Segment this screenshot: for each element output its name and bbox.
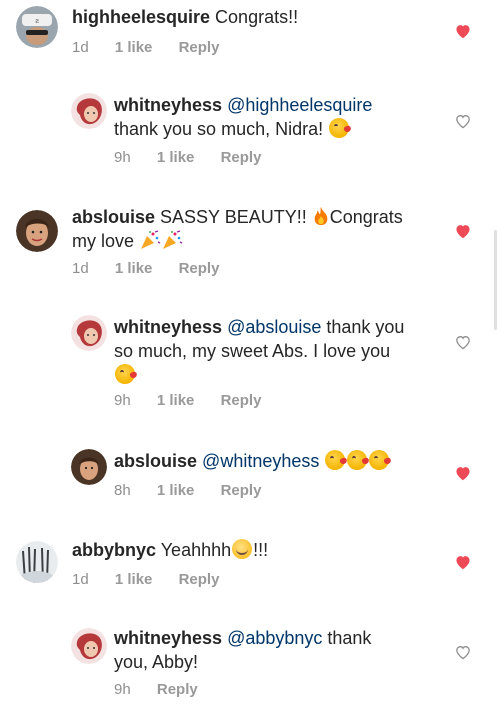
username[interactable]: whitneyhess: [114, 317, 222, 337]
svg-text:ƨ: ƨ: [35, 17, 39, 25]
reply-button[interactable]: Reply: [221, 482, 262, 499]
comment-meta: 1d 1 like Reply: [72, 260, 241, 277]
face-blowing-kiss-icon: [369, 450, 390, 470]
comment-meta: 9h Reply: [114, 681, 220, 698]
mention-link[interactable]: @highheelesquire: [227, 95, 372, 115]
comment-meta: 1d 1 like Reply: [72, 39, 241, 56]
party-popper-icon: [141, 230, 161, 249]
comment-reply: abslouise @whitneyhess 8h 1 like Reply: [0, 446, 500, 506]
reply-button[interactable]: Reply: [221, 392, 262, 409]
comment-meta: 1d 1 like Reply: [72, 571, 241, 588]
timestamp: 8h: [114, 482, 131, 499]
comment: abslouise SASSY BEAUTY!! Congrats my lov…: [0, 200, 500, 290]
comment: ƨ highheelesquire Congrats!! 1d 1 like R…: [0, 0, 500, 80]
mention-link[interactable]: @abslouise: [227, 317, 321, 337]
reply-button[interactable]: Reply: [179, 571, 220, 588]
heart-filled-icon[interactable]: [454, 465, 472, 481]
party-popper-icon: [163, 230, 183, 249]
timestamp: 9h: [114, 392, 131, 409]
timestamp: 1d: [72, 260, 89, 277]
comment-reply: whitneyhess @abslouise thank you so much…: [0, 312, 500, 422]
heart-filled-icon[interactable]: [454, 554, 472, 570]
heart-outline-icon[interactable]: [454, 644, 472, 660]
timestamp: 1d: [72, 571, 89, 588]
comment-meta: 8h 1 like Reply: [114, 482, 283, 499]
username[interactable]: abbybnyc: [72, 540, 156, 560]
username[interactable]: whitneyhess: [114, 95, 222, 115]
username[interactable]: abslouise: [114, 451, 197, 471]
scrollbar[interactable]: [494, 230, 497, 330]
likes-count[interactable]: 1 like: [157, 149, 195, 166]
reply-button[interactable]: Reply: [179, 260, 220, 277]
comment-text: abslouise @whitneyhess: [114, 449, 390, 473]
avatar[interactable]: [71, 315, 107, 351]
comment-text: whitneyhess @highheelesquire thank you s…: [114, 95, 373, 139]
likes-count[interactable]: 1 like: [157, 482, 195, 499]
avatar[interactable]: ƨ: [16, 6, 58, 48]
avatar[interactable]: [16, 541, 58, 583]
avatar[interactable]: [71, 93, 107, 129]
timestamp: 9h: [114, 681, 131, 698]
comment-meta: 9h 1 like Reply: [114, 392, 283, 409]
heart-outline-icon[interactable]: [454, 113, 472, 129]
reply-button[interactable]: Reply: [157, 681, 198, 698]
comment-text: abslouise SASSY BEAUTY!! Congrats my lov…: [72, 206, 403, 251]
likes-count[interactable]: 1 like: [115, 260, 153, 277]
username[interactable]: highheelesquire: [72, 7, 210, 27]
comment-reply: whitneyhess @highheelesquire thank you s…: [0, 90, 500, 190]
reply-button[interactable]: Reply: [179, 39, 220, 56]
face-blowing-kiss-icon: [115, 364, 135, 384]
timestamp: 9h: [114, 149, 131, 166]
comment-text: highheelesquire Congrats!!: [72, 7, 299, 27]
likes-count[interactable]: 1 like: [157, 392, 195, 409]
comment-text: abbybnyc Yeahhhh!!!: [72, 539, 269, 560]
avatar[interactable]: [16, 210, 58, 252]
likes-count[interactable]: 1 like: [115, 571, 153, 588]
mention-link[interactable]: @whitneyhess: [202, 451, 319, 471]
heart-outline-icon[interactable]: [454, 334, 472, 350]
face-blowing-kiss-icon: [347, 450, 368, 470]
comment: abbybnyc Yeahhhh!!! 1d 1 like Reply: [0, 535, 500, 605]
comment-text: whitneyhess @abslouise thank you so much…: [114, 315, 434, 387]
username[interactable]: abslouise: [72, 207, 155, 227]
avatar[interactable]: [71, 628, 107, 664]
fire-icon: [314, 206, 328, 226]
face-blowing-kiss-icon: [329, 118, 350, 138]
comment-text: whitneyhess @abbybnyc thank you, Abby!: [114, 628, 372, 672]
reply-button[interactable]: Reply: [221, 149, 262, 166]
comment-meta: 9h 1 like Reply: [114, 149, 283, 166]
username[interactable]: whitneyhess: [114, 628, 222, 648]
hugging-face-icon: [232, 539, 253, 559]
mention-link[interactable]: @abbybnyc: [227, 628, 322, 648]
comment-reply: whitneyhess @abbybnyc thank you, Abby! 9…: [0, 625, 500, 718]
avatar[interactable]: [71, 449, 107, 485]
face-blowing-kiss-icon: [325, 450, 346, 470]
heart-filled-icon[interactable]: [454, 223, 472, 239]
likes-count[interactable]: 1 like: [115, 39, 153, 56]
heart-filled-icon[interactable]: [454, 23, 472, 39]
timestamp: 1d: [72, 39, 89, 56]
